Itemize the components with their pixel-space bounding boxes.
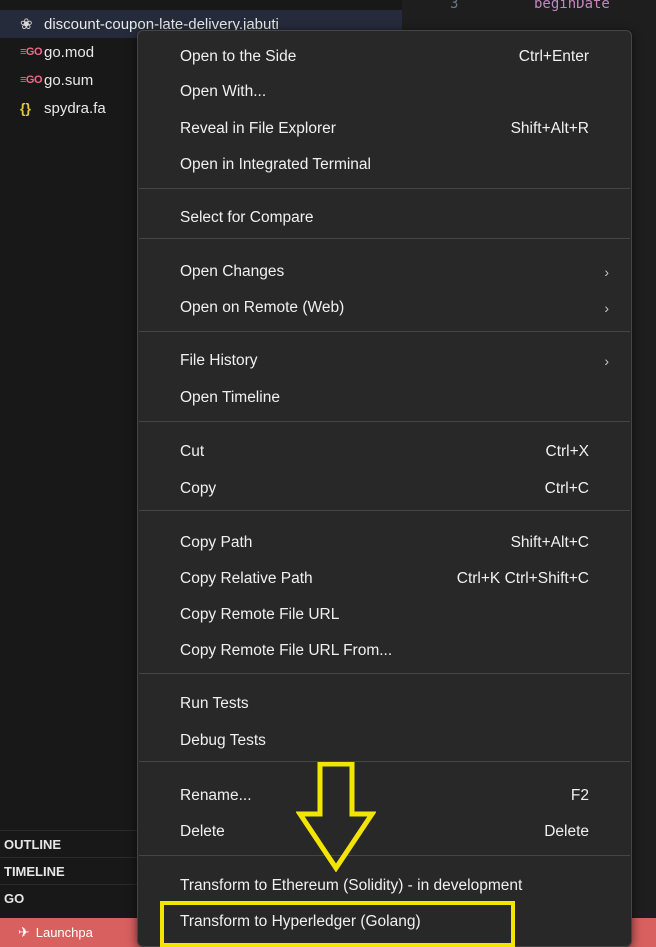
file-name: go.sum — [44, 71, 94, 89]
menu-separator — [139, 421, 630, 422]
menu-item-debug-tests[interactable]: Debug Tests — [138, 724, 631, 758]
menu-item-label: Open to the Side — [180, 48, 297, 65]
menu-item-label: Copy Relative Path — [180, 570, 313, 587]
menu-item-label: Copy Remote File URL From... — [180, 642, 393, 659]
menu-item-label: Run Tests — [180, 695, 249, 712]
menu-item-copy[interactable]: Copy Ctrl+C — [138, 472, 631, 506]
annotation-down-arrow-icon — [296, 762, 376, 872]
menu-separator — [139, 761, 630, 762]
menu-item-shortcut: F2 — [570, 787, 589, 804]
menu-item-shortcut: Shift+Alt+C — [510, 534, 589, 551]
menu-separator — [139, 331, 630, 332]
chevron-right-icon: › — [604, 300, 609, 316]
menu-item-shortcut: Ctrl+Enter — [518, 48, 589, 65]
menu-item-copy-path[interactable]: Copy Path Shift+Alt+C — [138, 526, 631, 560]
menu-item-label: Cut — [180, 443, 205, 460]
chevron-right-icon: › — [604, 264, 609, 280]
section-label: OUTLINE — [4, 836, 62, 852]
menu-item-label: Open Changes — [180, 263, 285, 280]
line-number: 3 — [450, 0, 459, 12]
launchpad-label[interactable]: Launchpa — [36, 925, 93, 940]
code-text: beginDate — [534, 0, 610, 12]
menu-item-shortcut: Ctrl+C — [544, 480, 589, 497]
menu-item-label: Copy — [180, 480, 217, 497]
menu-item-label: Open Timeline — [180, 389, 280, 406]
menu-item-open-changes[interactable]: Open Changes › — [138, 255, 631, 289]
menu-item-delete[interactable]: Delete Delete — [138, 815, 631, 849]
menu-item-copy-relative-path[interactable]: Copy Relative Path Ctrl+K Ctrl+Shift+C — [138, 562, 631, 596]
chevron-right-icon: › — [604, 353, 609, 369]
menu-item-label: Transform to Ethereum (Solidity) - in de… — [180, 877, 523, 894]
file-name: go.mod — [44, 43, 95, 61]
go-file-icon: ≡GO — [20, 46, 43, 58]
menu-item-open-on-remote[interactable]: Open on Remote (Web) › — [138, 291, 631, 325]
section-label: TIMELINE — [4, 863, 65, 879]
menu-item-label: Open in Integrated Terminal — [180, 156, 371, 173]
menu-item-copy-remote-url[interactable]: Copy Remote File URL — [138, 598, 631, 632]
menu-item-shortcut: Shift+Alt+R — [510, 120, 589, 137]
menu-item-open-with[interactable]: Open With... — [138, 75, 631, 109]
menu-separator — [139, 188, 630, 189]
menu-item-shortcut: Delete — [544, 823, 589, 840]
menu-item-label: Debug Tests — [180, 732, 266, 749]
go-file-icon: ≡GO — [20, 74, 43, 86]
menu-item-rename[interactable]: Rename... F2 — [138, 779, 631, 813]
menu-separator — [139, 510, 630, 511]
menu-item-label: Copy Remote File URL — [180, 606, 340, 623]
menu-item-shortcut: Ctrl+K Ctrl+Shift+C — [456, 570, 589, 587]
menu-item-label: File History — [180, 352, 258, 369]
json-braces-icon: {} — [20, 100, 31, 116]
explorer-context-menu: Open to the Side Ctrl+Enter Open With... Re… — [137, 30, 632, 947]
gopher-icon: ❀ — [20, 16, 33, 33]
menu-item-reveal-in-explorer[interactable]: Reveal in File Explorer Shift+Alt+R — [138, 112, 631, 146]
code-line: 3 beginDate — [402, 0, 656, 20]
menu-item-label: Open on Remote (Web) — [180, 299, 345, 316]
file-name: spydra.fa — [44, 99, 106, 117]
annotation-highlight-box — [160, 901, 515, 947]
menu-item-transform-ethereum[interactable]: Transform to Ethereum (Solidity) - in de… — [138, 869, 631, 903]
menu-item-open-to-side[interactable]: Open to the Side Ctrl+Enter — [138, 40, 631, 74]
section-label: GO — [4, 890, 25, 906]
menu-item-label: Select for Compare — [180, 209, 314, 226]
menu-item-label: Reveal in File Explorer — [180, 120, 336, 137]
menu-item-open-timeline[interactable]: Open Timeline — [138, 381, 631, 415]
menu-item-label: Copy Path — [180, 534, 253, 551]
menu-item-cut[interactable]: Cut Ctrl+X — [138, 435, 631, 469]
menu-item-shortcut: Ctrl+X — [545, 443, 590, 460]
menu-item-open-in-terminal[interactable]: Open in Integrated Terminal — [138, 148, 631, 182]
menu-item-copy-remote-url-from[interactable]: Copy Remote File URL From... — [138, 634, 631, 668]
menu-item-select-for-compare[interactable]: Select for Compare — [138, 201, 631, 235]
menu-separator — [139, 855, 630, 856]
menu-separator — [139, 238, 630, 239]
menu-separator — [139, 673, 630, 674]
menu-item-file-history[interactable]: File History › — [138, 344, 631, 378]
menu-item-run-tests[interactable]: Run Tests — [138, 687, 631, 721]
menu-item-label: Open With... — [180, 83, 267, 100]
rocket-icon: ✈ — [18, 924, 30, 940]
